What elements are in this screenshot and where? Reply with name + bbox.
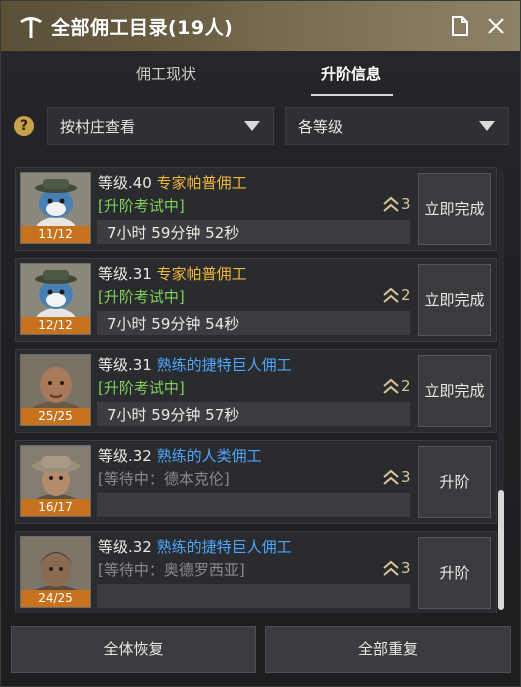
worker-title: 等级.31 熟练的捷特巨人佣工 [98,354,292,375]
worker-name: 专家帕普佣工 [156,174,247,192]
timer-text: 7小时 59分钟 54秒 [107,315,240,333]
complete-now-button[interactable]: 立即完成 [418,264,491,336]
worker-count: 11/12 [21,226,90,243]
tab-upgrade-info[interactable]: 升阶信息 [281,51,421,97]
complete-now-button[interactable]: 立即完成 [418,173,491,245]
worker-portrait: 12/12 [20,263,91,335]
timer-bar: 7小时 59分钟 54秒 [97,311,410,335]
timer-bar [97,493,410,517]
document-icon [452,16,468,36]
rank-value: 3 [401,195,411,213]
worker-status: [升阶考试中] [98,288,185,306]
rank-value: 2 [401,377,411,395]
worker-status: [升阶考试中] [98,379,185,397]
scrollbar-thumb[interactable] [498,490,504,610]
help-button[interactable]: ? [14,116,34,136]
rank-value: 2 [401,286,411,304]
timer-text: 7小时 59分钟 57秒 [107,406,240,424]
tab-worker-status[interactable]: 佣工现状 [96,51,236,97]
close-button[interactable] [483,13,509,39]
worker-title: 等级.32 熟练的捷特巨人佣工 [98,536,292,557]
chevron-down-icon [244,121,260,131]
pickaxe-icon [20,17,42,38]
worker-name: 熟练的捷特巨人佣工 [156,356,292,374]
worker-title: 等级.40 专家帕普佣工 [98,172,247,193]
worker-level: 等级.40 [98,174,152,192]
worker-status: [等待中：德本克伦] [98,470,230,488]
worker-card: 24/25 等级.32 熟练的捷特巨人佣工 [等待中：奥德罗西亚] 3 升阶 [15,531,497,613]
village-filter-dropdown[interactable]: 按村庄查看 [47,107,274,145]
tab-bar: 佣工现状 升阶信息 [1,51,520,97]
worker-portrait: 16/17 [20,445,91,517]
rank-value: 3 [401,559,411,577]
worker-count: 24/25 [21,590,90,607]
worker-title: 等级.31 专家帕普佣工 [98,263,247,284]
title-bar: 全部佣工目录(19人) [1,1,520,52]
worker-level: 等级.31 [98,265,152,283]
worker-card: 12/12 等级.31 专家帕普佣工 [升阶考试中] 2 7小时 59分钟 54… [15,258,497,342]
worker-level: 等级.32 [98,447,152,465]
document-button[interactable] [447,13,473,39]
level-filter-dropdown[interactable]: 各等级 [285,107,509,145]
worker-card: 25/25 等级.31 熟练的捷特巨人佣工 [升阶考试中] 2 7小时 59分钟… [15,349,497,433]
timer-bar: 7小时 59分钟 52秒 [97,220,410,244]
level-filter-label: 各等级 [298,118,344,136]
timer-text: 7小时 59分钟 52秒 [107,224,240,242]
chevron-down-icon [479,121,495,131]
worker-count: 16/17 [21,499,90,516]
upgrade-button[interactable]: 升阶 [418,537,491,609]
window-title: 全部佣工目录(19人) [51,17,234,39]
rank-value: 3 [401,468,411,486]
complete-now-button[interactable]: 立即完成 [418,355,491,427]
timer-bar: 7小时 59分钟 57秒 [97,402,410,426]
worker-portrait: 25/25 [20,354,91,426]
worker-list: 11/12 等级.40 专家帕普佣工 [升阶考试中] 3 7小时 59分钟 52… [9,158,507,613]
timer-bar [97,584,410,608]
worker-list-window: 全部佣工目录(19人) 佣工现状 升阶信息 ? 按村庄查看 各等级 11/12 … [0,0,521,687]
close-icon [488,18,504,34]
worker-level: 等级.32 [98,538,152,556]
worker-level: 等级.31 [98,356,152,374]
worker-count: 25/25 [21,408,90,425]
worker-portrait: 24/25 [20,536,91,608]
worker-count: 12/12 [21,317,90,334]
list-scrollbar[interactable] [498,170,504,610]
worker-card: 16/17 等级.32 熟练的人类佣工 [等待中：德本克伦] 3 升阶 [15,440,497,524]
worker-name: 专家帕普佣工 [156,265,247,283]
worker-portrait: 11/12 [20,172,91,244]
village-filter-label: 按村庄查看 [60,118,136,136]
worker-status: [等待中：奥德罗西亚] [98,561,245,579]
restore-all-button[interactable]: 全体恢复 [11,626,256,673]
worker-name: 熟练的人类佣工 [156,447,262,465]
worker-card: 11/12 等级.40 专家帕普佣工 [升阶考试中] 3 7小时 59分钟 52… [15,167,497,251]
repeat-all-button[interactable]: 全部重复 [265,626,511,673]
upgrade-button[interactable]: 升阶 [418,446,491,518]
worker-title: 等级.32 熟练的人类佣工 [98,445,262,466]
worker-status: [升阶考试中] [98,197,185,215]
worker-name: 熟练的捷特巨人佣工 [156,538,292,556]
active-tab-indicator [311,94,393,96]
